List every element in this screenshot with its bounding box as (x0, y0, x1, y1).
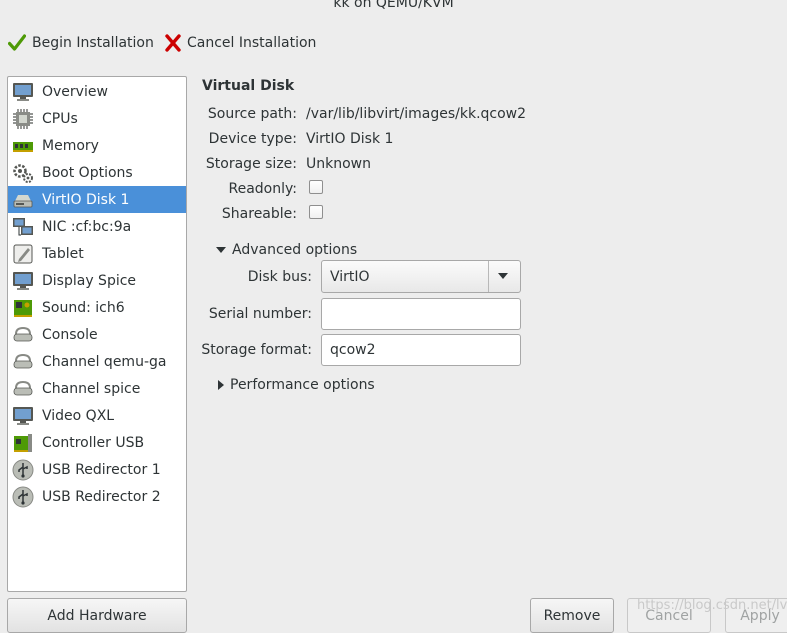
hard-disk-icon (13, 194, 33, 207)
chevron-down-icon[interactable] (498, 273, 508, 279)
serial-device-icon (13, 380, 33, 395)
sidebar-item-sound[interactable]: Sound: ich6 (8, 294, 186, 321)
monitor-icon (13, 271, 33, 290)
performance-options-label: Performance options (230, 377, 375, 393)
advanced-options-label: Advanced options (232, 242, 358, 258)
sidebar-item-label: Channel spice (42, 380, 141, 397)
serial-device-icon (13, 326, 33, 341)
sidebar-item-label: Video QXL (42, 407, 115, 424)
watermark: https://blog.csdn.net/lvly (637, 598, 787, 613)
cancel-installation-label: Cancel Installation (187, 35, 317, 51)
sidebar-item-channel-spice[interactable]: Channel spice (8, 375, 186, 402)
storage-format-input[interactable] (321, 334, 521, 366)
device-type-value: VirtIO Disk 1 (306, 131, 394, 147)
serial-number-label: Serial number: (208, 306, 312, 322)
hardware-list[interactable]: Overview CPUs Memory Boot Options VirtIO… (7, 76, 187, 592)
begin-installation-label: Begin Installation (32, 35, 154, 51)
readonly-label: Readonly: (228, 181, 298, 197)
begin-installation-button[interactable]: Begin Installation (8, 32, 154, 54)
combo-separator (488, 261, 489, 292)
remove-label: Remove (543, 607, 601, 624)
sidebar-item-channel-qemu-ga[interactable]: Channel qemu-ga (8, 348, 186, 375)
storage-format-label: Storage format: (201, 342, 312, 358)
disk-bus-value: VirtIO (330, 269, 370, 285)
sidebar-item-label: USB Redirector 1 (42, 461, 161, 478)
sidebar-item-label: Channel qemu-ga (42, 353, 167, 370)
sidebar-item-display-spice[interactable]: Display Spice (8, 267, 186, 294)
shareable-label: Shareable: (221, 206, 297, 222)
sidebar-item-video-qxl[interactable]: Video QXL (8, 402, 186, 429)
checkmark-icon (8, 34, 26, 51)
storage-size-value: Unknown (306, 156, 371, 172)
sidebar-item-overview[interactable]: Overview (8, 78, 186, 105)
monitor-icon (13, 82, 33, 101)
sidebar-item-label: Display Spice (42, 272, 137, 289)
section-heading: Virtual Disk (202, 78, 295, 94)
sidebar-item-tablet[interactable]: Tablet (8, 240, 186, 267)
sound-card-icon (14, 299, 32, 317)
add-hardware-button[interactable]: Add Hardware (7, 598, 187, 633)
x-mark-icon (165, 34, 181, 52)
usb-icon (12, 486, 34, 507)
source-path-value: /var/lib/libvirt/images/kk.qcow2 (306, 106, 527, 122)
disk-bus-label: Disk bus: (247, 269, 312, 285)
readonly-checkbox[interactable] (309, 180, 323, 194)
sidebar-item-label: Memory (42, 137, 99, 154)
disk-bus-combo[interactable]: VirtIO (321, 260, 521, 293)
tablet-icon (13, 244, 33, 263)
sidebar-item-label: Controller USB (42, 434, 145, 451)
window-title: kk on QEMU/KVM (333, 0, 454, 11)
sidebar-item-label: CPUs (42, 110, 78, 127)
remove-button[interactable]: Remove (530, 598, 614, 633)
controller-card-icon (14, 433, 32, 452)
sidebar-item-label: Overview (42, 83, 108, 100)
sidebar-item-label: Boot Options (42, 164, 133, 181)
serial-number-input[interactable] (321, 298, 521, 330)
cancel-installation-button[interactable]: Cancel Installation (165, 32, 316, 54)
sidebar-item-label: Console (42, 326, 98, 343)
sidebar-item-label: USB Redirector 2 (42, 488, 161, 505)
shareable-checkbox[interactable] (309, 205, 323, 219)
expander-right-icon (218, 380, 224, 390)
network-icon (13, 217, 33, 235)
performance-options-expander[interactable]: Performance options (218, 377, 375, 393)
expander-down-icon (216, 247, 226, 253)
device-type-label: Device type: (208, 131, 297, 147)
sidebar-item-usb-redirector-2[interactable]: USB Redirector 2 (8, 483, 186, 510)
sidebar-item-label: Sound: ich6 (42, 299, 125, 316)
sidebar-item-usb-redirector-1[interactable]: USB Redirector 1 (8, 456, 186, 483)
source-path-label: Source path: (207, 106, 297, 122)
sidebar-item-label: NIC :cf:bc:9a (42, 218, 132, 235)
gears-icon (13, 163, 33, 183)
sidebar-item-label: Tablet (42, 245, 84, 262)
add-hardware-label: Add Hardware (47, 607, 147, 624)
cpu-chip-icon (13, 108, 33, 129)
serial-device-icon (13, 353, 33, 368)
storage-size-label: Storage size: (205, 156, 297, 172)
sidebar-item-console[interactable]: Console (8, 321, 186, 348)
advanced-options-expander[interactable]: Advanced options (216, 242, 357, 258)
usb-icon (12, 459, 34, 480)
memory-module-icon (13, 141, 33, 152)
sidebar-item-label: VirtIO Disk 1 (42, 191, 130, 208)
sidebar-item-controller-usb[interactable]: Controller USB (8, 429, 186, 456)
monitor-icon (13, 406, 33, 425)
